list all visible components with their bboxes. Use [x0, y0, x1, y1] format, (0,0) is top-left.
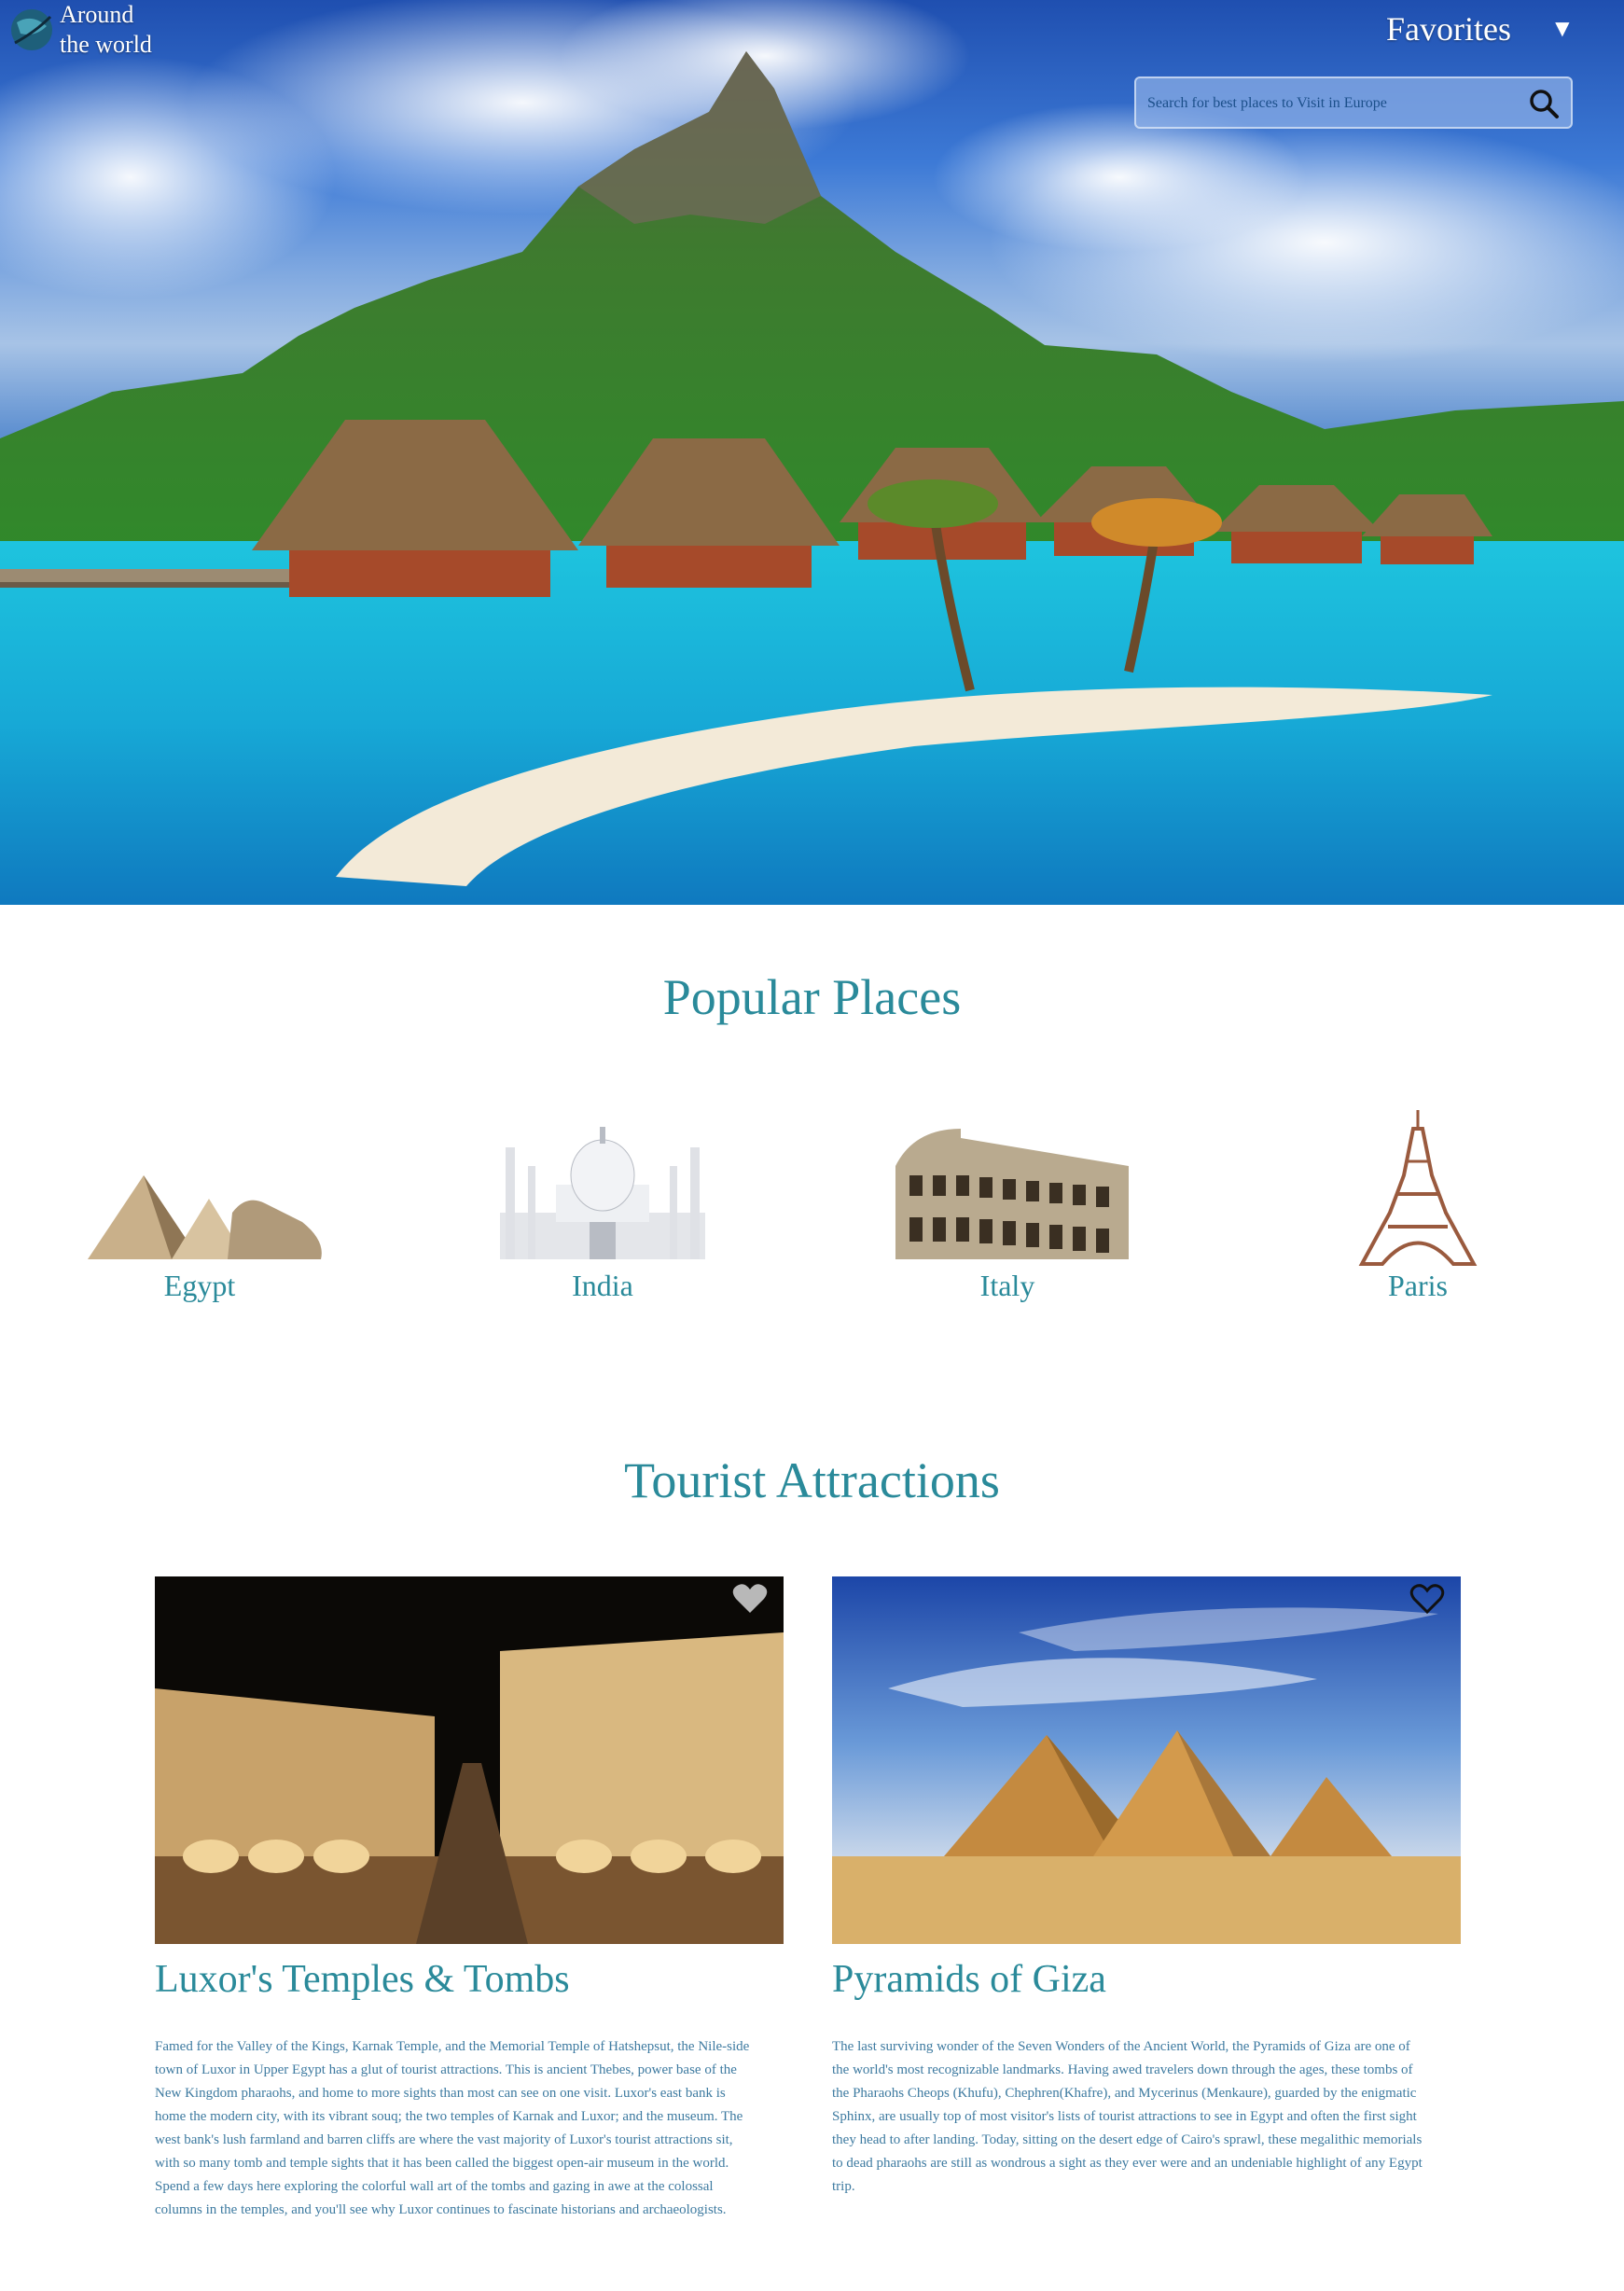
brand-name-line1: Around — [60, 1, 134, 28]
attraction-card-luxor[interactable]: Luxor's Temples & Tombs Famed for the Va… — [155, 1576, 784, 2222]
giza-description: The last surviving wonder of the Seven W… — [832, 2039, 1423, 2194]
globe-logo-icon — [11, 9, 52, 50]
giza-photo — [832, 1576, 1461, 1944]
eiffel-tower-icon — [1358, 1110, 1478, 1266]
search-bar — [1134, 76, 1573, 129]
luxor-description: Famed for the Valley of the Kings, Karna… — [155, 2039, 750, 2217]
place-india[interactable]: India — [463, 1110, 743, 1303]
place-paris[interactable]: Paris — [1278, 1110, 1558, 1303]
caret-down-icon: ▼ — [1549, 15, 1575, 42]
brand-name-line2: the world — [60, 31, 152, 58]
taj-mahal-icon — [500, 1127, 705, 1259]
giza-title: Pyramids of Giza — [832, 1958, 1106, 2001]
place-italy[interactable]: Italy — [868, 1110, 1147, 1303]
attraction-card-giza[interactable]: Pyramids of Giza The last surviving wond… — [832, 1576, 1461, 2199]
place-label-egypt: Egypt — [163, 1269, 236, 1302]
place-egypt[interactable]: Egypt — [60, 1110, 340, 1303]
place-label-paris: Paris — [1388, 1269, 1448, 1302]
favorites-menu[interactable]: Favorites ▼ — [1386, 9, 1575, 49]
tourist-attractions-heading: Tourist Attractions — [624, 1452, 1000, 1508]
popular-places-heading: Popular Places — [662, 969, 962, 1025]
hero-image — [0, 0, 1624, 905]
place-label-india: India — [572, 1269, 633, 1302]
brand[interactable]: Around the world — [7, 0, 152, 60]
pyramids-sphinx-icon — [88, 1175, 322, 1259]
place-label-italy: Italy — [979, 1269, 1035, 1302]
favorite-heart-filled-icon[interactable] — [731, 1582, 769, 1616]
luxor-temple-image — [155, 1576, 784, 1944]
luxor-photo — [155, 1576, 784, 1944]
hero-banner: Around the world Favorites ▼ — [0, 0, 1624, 905]
search-icon[interactable] — [1528, 88, 1560, 119]
search-input[interactable] — [1145, 90, 1522, 118]
colosseum-icon — [895, 1129, 1129, 1259]
favorites-label: Favorites — [1386, 10, 1511, 48]
favorite-heart-outline-icon[interactable] — [1409, 1582, 1446, 1616]
luxor-title: Luxor's Temples & Tombs — [155, 1958, 570, 2001]
giza-pyramids-image — [832, 1576, 1461, 1944]
